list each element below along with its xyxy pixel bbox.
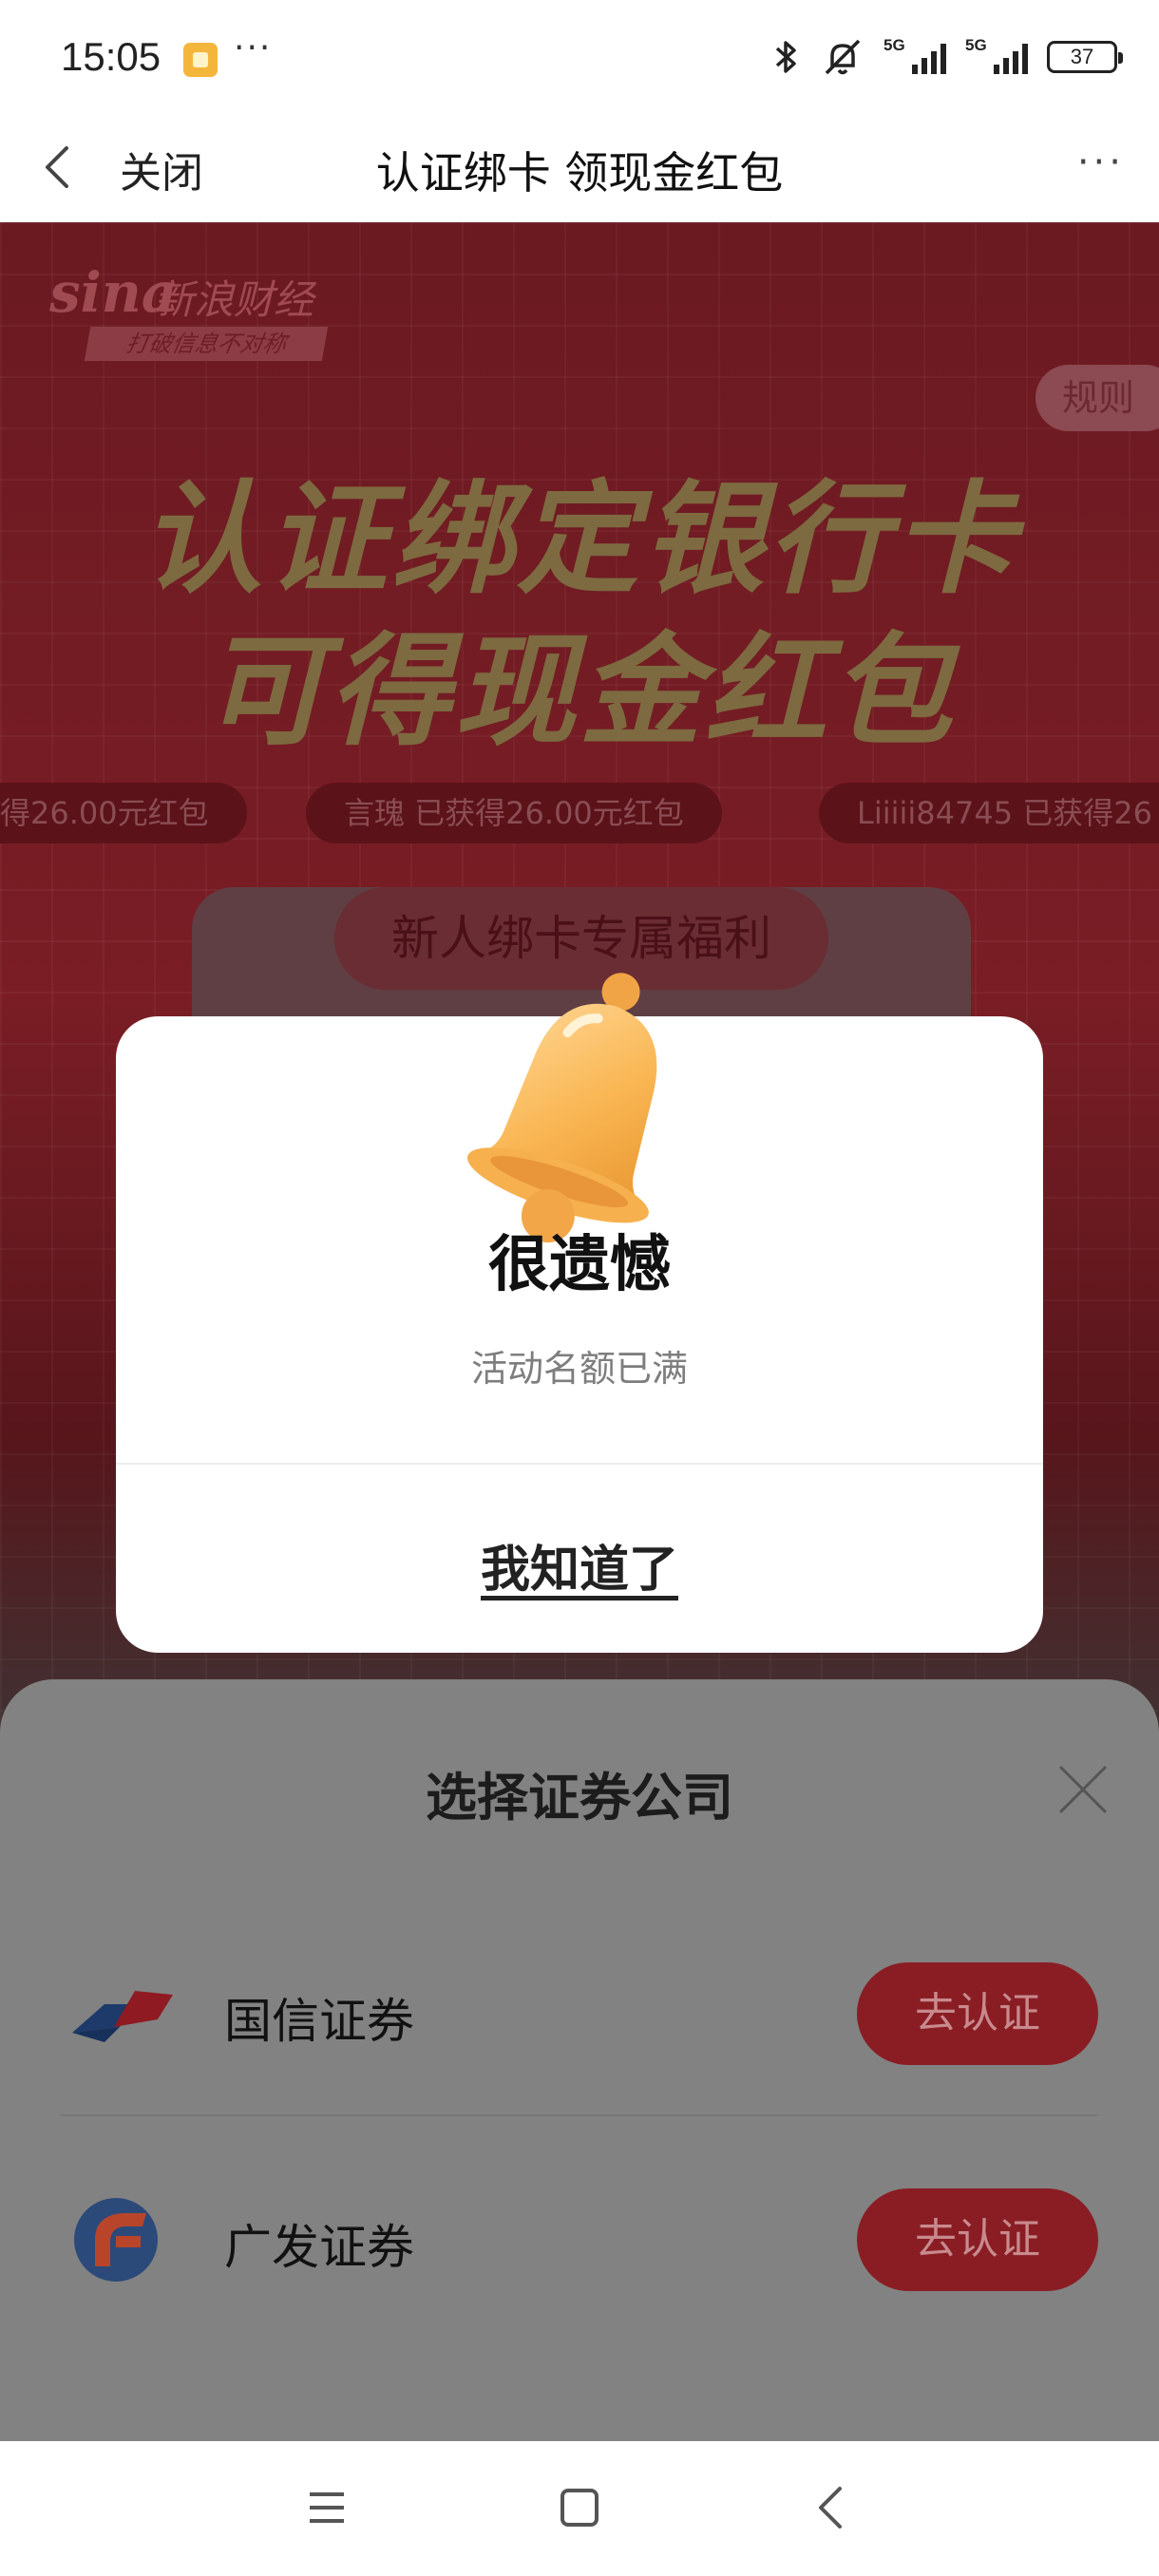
bluetooth-icon	[775, 41, 796, 73]
home-icon[interactable]	[551, 2479, 608, 2536]
status-bar: 15:05 ··· 5G 5G 37	[0, 0, 1159, 112]
more-options-icon[interactable]: ···	[1077, 141, 1125, 184]
close-icon[interactable]	[1054, 1761, 1112, 1818]
sina-finance-logo: sina 新浪财经 打破信息不对称	[49, 260, 344, 365]
headline-line2: 可得现金红包	[202, 621, 956, 763]
menu-icon[interactable]	[298, 2479, 355, 2536]
mute-bell-icon	[825, 39, 861, 75]
signal-5g-1-icon: 5G	[884, 36, 946, 74]
dialog-title: 很遗憾	[488, 1230, 671, 1300]
notes-app-icon	[183, 43, 218, 77]
acknowledge-button[interactable]: 我知道了	[116, 1529, 1043, 1601]
broker-name: 广发证券	[224, 2220, 414, 2275]
broker-name: 国信证券	[224, 1994, 414, 2049]
status-icons: 5G 5G 37	[770, 36, 1123, 78]
guosen-logo-icon	[72, 1991, 173, 2042]
status-more-icon: ···	[234, 28, 273, 67]
alert-dialog: 很遗憾 活动名额已满 我知道了	[116, 973, 1043, 1653]
system-nav-bar	[0, 2441, 1159, 2576]
ticker-item: 言瑰 已获得26.00元红包	[306, 783, 722, 843]
dialog-message: 活动名额已满	[470, 1348, 688, 1390]
dialog-divider	[116, 1463, 1043, 1465]
status-time: 15:05	[61, 34, 162, 79]
signal-5g-2-icon: 5G	[965, 36, 1028, 74]
verify-button[interactable]: 去认证	[857, 2188, 1098, 2291]
ticker-item: Liiiii84745 已获得26	[819, 783, 1159, 843]
broker-select-sheet: 选择证券公司 国信证券 去认证 广发证券 去认证	[0, 1679, 1159, 2441]
verify-button[interactable]: 去认证	[857, 1962, 1098, 2065]
rules-button[interactable]: 规则	[1036, 365, 1159, 431]
broker-row-gf[interactable]: 广发证券 去认证	[61, 2133, 1098, 2342]
battery-icon: 37	[1047, 41, 1123, 73]
sheet-title: 选择证券公司	[426, 1768, 733, 1828]
gf-securities-logo-icon	[74, 2198, 158, 2282]
broker-row-guosen[interactable]: 国信证券 去认证	[61, 1907, 1098, 2116]
page-title: 认证绑卡 领现金红包	[375, 147, 784, 199]
headline-line1: 认证绑定银行卡	[140, 469, 1018, 611]
ticker-item: 得26.00元红包	[0, 783, 247, 843]
nav-bar: 关闭 认证绑卡 领现金红包 ···	[0, 112, 1159, 222]
back-icon[interactable]	[804, 2479, 861, 2536]
